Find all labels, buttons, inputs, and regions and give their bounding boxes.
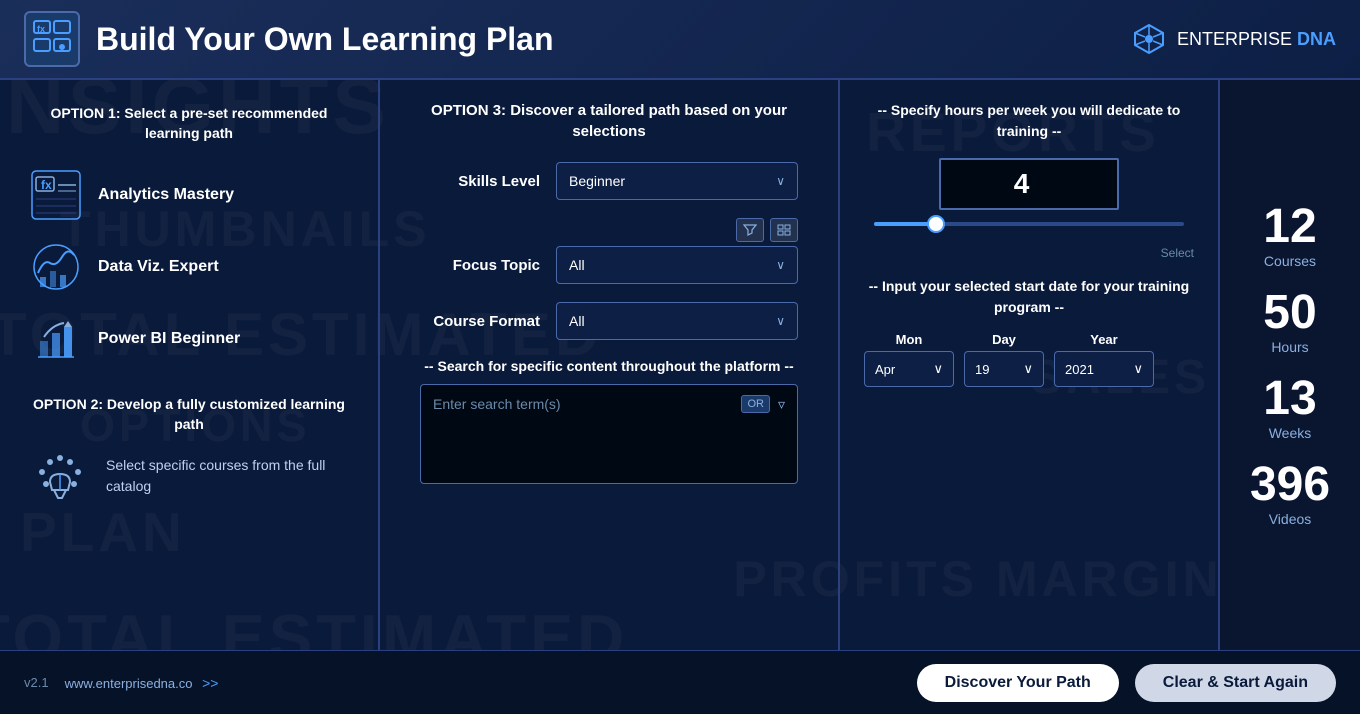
- analytics-mastery-icon: fx: [30, 169, 82, 221]
- weeks-stat: 13 Weeks: [1263, 369, 1316, 447]
- format-dropdown[interactable]: All ∨: [556, 302, 798, 340]
- courses-label: Courses: [1263, 253, 1316, 269]
- mid-panel: OPTION 3: Discover a tailored path based…: [380, 80, 840, 650]
- stats-panel: 12 Courses 50 Hours 13 Weeks 396 Videos: [1220, 80, 1360, 650]
- version-label: v2.1: [24, 675, 49, 690]
- analytics-mastery-item[interactable]: fx Analytics Mastery: [30, 159, 348, 231]
- header: fx Build Your Own Learning Plan ENTERPRI…: [0, 0, 1360, 80]
- year-dropdown[interactable]: 2021 ∨: [1054, 351, 1154, 387]
- format-row: Course Format All ∨: [420, 302, 798, 340]
- main-content: OPTION 1: Select a pre-set recommended l…: [0, 80, 1360, 650]
- brand-text: ENTERPRISE DNA: [1177, 29, 1336, 50]
- analytics-mastery-label: Analytics Mastery: [98, 186, 234, 204]
- data-viz-label: Data Viz. Expert: [98, 258, 219, 276]
- power-bi-item[interactable]: Power BI Beginner: [30, 303, 348, 375]
- weeks-number: 13: [1263, 375, 1316, 423]
- videos-label: Videos: [1250, 511, 1330, 527]
- day-field: Day 19 ∨: [964, 332, 1044, 387]
- hours-label: Hours: [1263, 339, 1316, 355]
- logo-icon: fx: [24, 11, 80, 67]
- data-viz-item[interactable]: Data Viz. Expert: [30, 231, 348, 303]
- chevron-down-icon: ∨: [933, 361, 943, 377]
- svg-text:fx: fx: [41, 178, 52, 192]
- day-dropdown[interactable]: 19 ∨: [964, 351, 1044, 387]
- weeks-label: Weeks: [1263, 425, 1316, 441]
- search-filter-icon[interactable]: ▿: [778, 396, 785, 413]
- footer-buttons: Discover Your Path Clear & Start Again: [917, 664, 1336, 702]
- focus-label: Focus Topic: [420, 257, 540, 274]
- videos-number: 396: [1250, 461, 1330, 509]
- page-title: Build Your Own Learning Plan: [96, 21, 1131, 58]
- year-label: Year: [1054, 332, 1154, 347]
- slider-wrapper: [864, 222, 1194, 226]
- month-label: Mon: [864, 332, 954, 347]
- brand-logo: ENTERPRISE DNA: [1131, 21, 1336, 57]
- courses-stat: 12 Courses: [1263, 197, 1316, 275]
- power-bi-icon: [30, 313, 82, 365]
- option2-title: OPTION 2: Develop a fully customized lea…: [30, 395, 348, 434]
- discover-path-button[interactable]: Discover Your Path: [917, 664, 1119, 702]
- date-row: Mon Apr ∨ Day 19 ∨ Year 2021 ∨: [864, 332, 1194, 387]
- footer-url: www.enterprisedna.co >>: [65, 675, 917, 691]
- focus-dropdown[interactable]: All ∨: [556, 246, 798, 284]
- clear-start-again-button[interactable]: Clear & Start Again: [1135, 664, 1336, 702]
- format-label: Course Format: [420, 313, 540, 330]
- filter-icons-row: [556, 218, 798, 242]
- month-field: Mon Apr ∨: [864, 332, 954, 387]
- filter-icon[interactable]: [736, 218, 764, 242]
- slider-thumb[interactable]: [927, 215, 945, 233]
- or-badge: OR: [741, 395, 770, 413]
- option2-icon: [30, 446, 90, 506]
- arrows-icon: >>: [202, 675, 218, 691]
- year-field: Year 2021 ∨: [1054, 332, 1154, 387]
- skills-dropdown[interactable]: Beginner ∨: [556, 162, 798, 200]
- chevron-down-icon: ∨: [776, 314, 785, 328]
- option2-content: Select specific courses from the full ca…: [30, 446, 348, 506]
- hours-slider[interactable]: [874, 222, 1184, 226]
- date-title: -- Input your selected start date for yo…: [864, 276, 1194, 318]
- hours-stat: 50 Hours: [1263, 283, 1316, 361]
- svg-text:fx: fx: [37, 24, 45, 34]
- chevron-down-icon: ∨: [776, 174, 785, 188]
- search-section-title: -- Search for specific content throughou…: [420, 358, 798, 374]
- skills-label: Skills Level: [420, 173, 540, 190]
- footer: v2.1 www.enterprisedna.co >> Discover Yo…: [0, 650, 1360, 714]
- chevron-down-icon: ∨: [776, 258, 785, 272]
- hours-title: -- Specify hours per week you will dedic…: [864, 100, 1194, 142]
- search-input-row: Enter search term(s) OR ▿: [433, 395, 785, 413]
- courses-number: 12: [1263, 203, 1316, 251]
- hours-input[interactable]: [939, 158, 1119, 210]
- brand-icon: [1131, 21, 1167, 57]
- month-dropdown[interactable]: Apr ∨: [864, 351, 954, 387]
- left-panel: OPTION 1: Select a pre-set recommended l…: [0, 80, 380, 650]
- option3-title: OPTION 3: Discover a tailored path based…: [420, 100, 798, 142]
- videos-stat: 396 Videos: [1250, 455, 1330, 533]
- chevron-down-icon: ∨: [1023, 361, 1033, 377]
- power-bi-label: Power BI Beginner: [98, 330, 240, 348]
- day-label: Day: [964, 332, 1044, 347]
- skills-row: Skills Level Beginner ∨: [420, 162, 798, 200]
- right-panel: -- Specify hours per week you will dedic…: [840, 80, 1220, 650]
- select-label: Select: [864, 246, 1194, 260]
- option1-title: OPTION 1: Select a pre-set recommended l…: [30, 104, 348, 143]
- focus-row: Focus Topic All ∨: [420, 246, 798, 284]
- chevron-down-icon: ∨: [1133, 361, 1143, 377]
- data-viz-icon: [30, 241, 82, 293]
- grid-icon[interactable]: [770, 218, 798, 242]
- search-placeholder: Enter search term(s): [433, 396, 733, 412]
- hours-number: 50: [1263, 289, 1316, 337]
- search-box[interactable]: Enter search term(s) OR ▿: [420, 384, 798, 484]
- option2-text: Select specific courses from the full ca…: [106, 455, 348, 497]
